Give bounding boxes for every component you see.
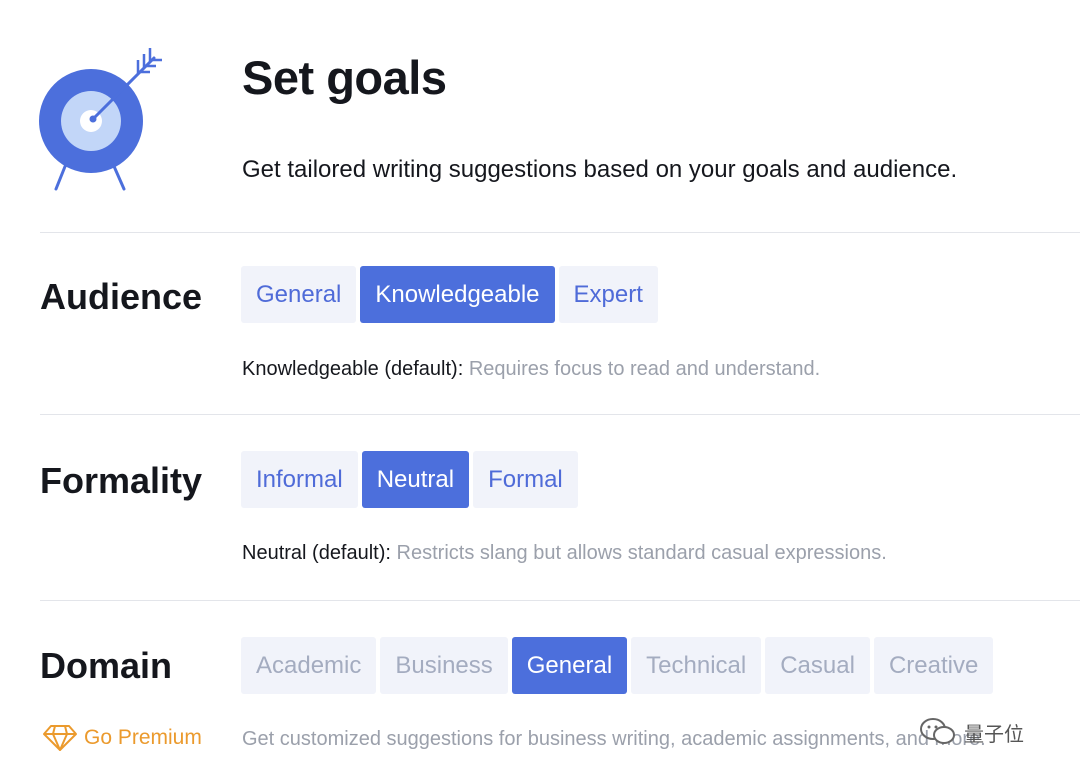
domain-description: Get customized suggestions for business … bbox=[242, 728, 986, 750]
watermark-text: 量子位 bbox=[964, 723, 1024, 746]
domain-option-creative[interactable]: Creative bbox=[873, 637, 994, 694]
formality-label: Formality bbox=[40, 460, 203, 501]
page-title: Set goals bbox=[242, 51, 447, 104]
domain-option-casual[interactable]: Casual bbox=[765, 637, 870, 694]
domain-selector: Academic Business General Technical Casu… bbox=[241, 637, 994, 694]
go-premium-label: Go Premium bbox=[84, 726, 202, 749]
domain-label: Domain bbox=[40, 645, 173, 686]
target-icon bbox=[39, 48, 162, 191]
formality-option-formal[interactable]: Formal bbox=[473, 451, 578, 508]
audience-option-general[interactable]: General bbox=[241, 266, 357, 323]
audience-section: Audience General Knowledgeable Expert Kn… bbox=[0, 232, 1080, 414]
formality-description: Neutral (default): Restricts slang but a… bbox=[242, 542, 887, 565]
formality-option-informal[interactable]: Informal bbox=[241, 451, 358, 508]
audience-description-key: Knowledgeable (default): bbox=[242, 358, 464, 380]
formality-option-neutral[interactable]: Neutral bbox=[361, 451, 470, 508]
wechat-icon bbox=[920, 718, 955, 744]
audience-description: Knowledgeable (default): Requires focus … bbox=[242, 358, 820, 381]
formality-description-value: Restricts slang but allows standard casu… bbox=[396, 542, 887, 564]
go-premium-link[interactable]: Go Premium bbox=[42, 724, 202, 752]
watermark: 量子位 bbox=[918, 716, 1024, 748]
header: Set goals Get tailored writing suggestio… bbox=[0, 0, 1080, 232]
audience-label: Audience bbox=[40, 276, 203, 317]
formality-selector: Informal Neutral Formal bbox=[241, 451, 578, 508]
domain-section: Domain Academic Business General Technic… bbox=[0, 600, 1080, 779]
domain-option-technical[interactable]: Technical bbox=[631, 637, 762, 694]
domain-option-general[interactable]: General bbox=[511, 637, 628, 694]
formality-description-key: Neutral (default): bbox=[242, 542, 391, 564]
domain-option-business[interactable]: Business bbox=[380, 637, 508, 694]
audience-description-value: Requires focus to read and understand. bbox=[468, 358, 821, 380]
audience-option-knowledgeable[interactable]: Knowledgeable bbox=[360, 266, 555, 323]
page-subtitle: Get tailored writing suggestions based o… bbox=[242, 156, 958, 183]
audience-option-expert[interactable]: Expert bbox=[558, 266, 658, 323]
domain-option-academic[interactable]: Academic bbox=[241, 637, 377, 694]
diamond-icon bbox=[43, 725, 77, 751]
audience-selector: General Knowledgeable Expert bbox=[241, 266, 658, 323]
formality-section: Formality Informal Neutral Formal Neutra… bbox=[0, 414, 1080, 600]
